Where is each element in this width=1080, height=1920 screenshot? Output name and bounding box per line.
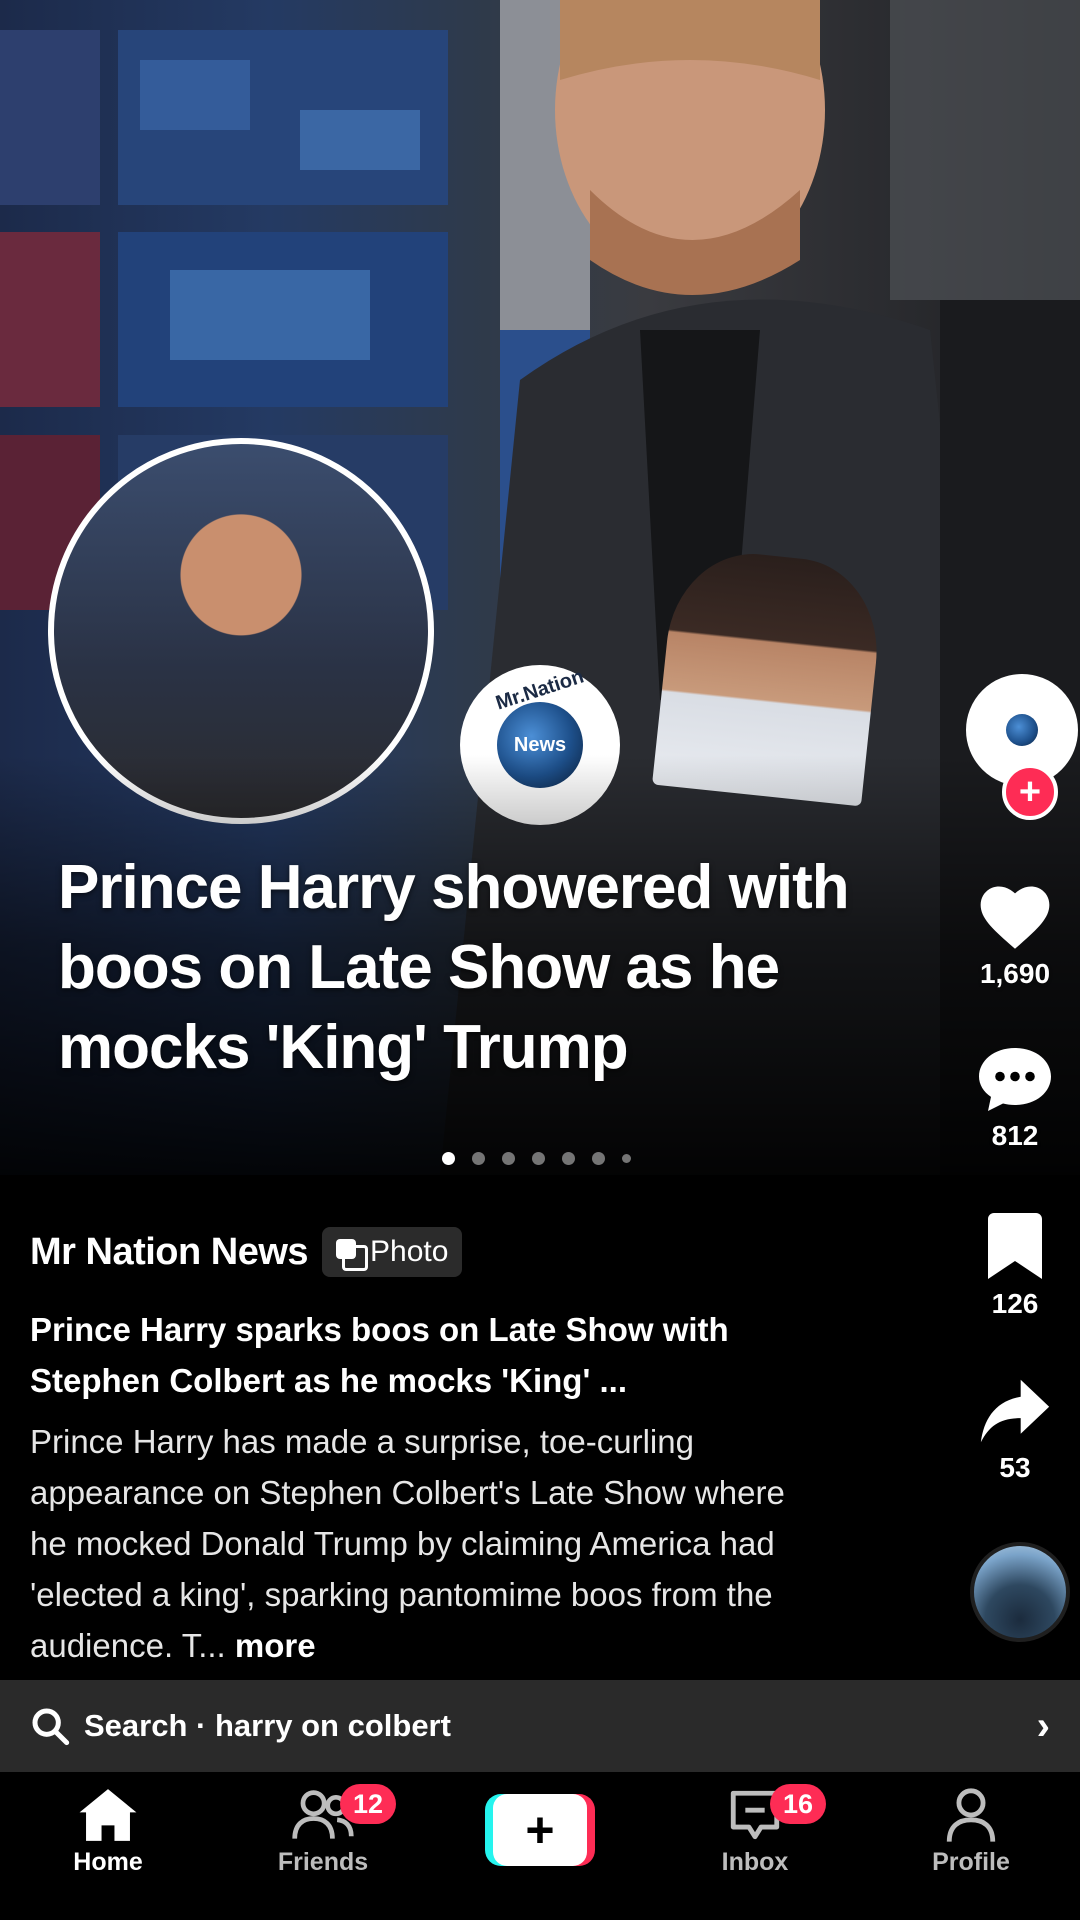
post-photo[interactable]: Mr.Nation News Prince Harry showered wit… — [0, 0, 1080, 1175]
share-button[interactable]: 53 — [950, 1376, 1080, 1484]
plus-icon: + — [1018, 771, 1042, 813]
more-link[interactable]: more — [235, 1627, 316, 1664]
nav-friends-label: Friends — [277, 1848, 369, 1876]
follow-button[interactable]: + — [1002, 764, 1058, 820]
search-suggestion-text: Search · harry on colbert — [84, 1708, 451, 1743]
nav-friends[interactable]: Friends 12 — [248, 1784, 398, 1877]
carousel-dot — [502, 1152, 515, 1165]
globe-icon — [1006, 714, 1038, 746]
plus-icon: + — [493, 1794, 587, 1866]
post-title[interactable]: Prince Harry sparks boos on Late Show wi… — [30, 1304, 830, 1406]
nav-inbox[interactable]: Inbox 16 — [680, 1784, 830, 1877]
nav-home-label: Home — [73, 1848, 143, 1876]
profile-icon — [946, 1788, 996, 1842]
like-button[interactable]: 1,690 — [950, 880, 1080, 990]
carousel-dot — [592, 1152, 605, 1165]
save-count: 126 — [991, 1288, 1039, 1319]
music-disc[interactable] — [970, 1542, 1070, 1642]
nav-home[interactable]: Home — [33, 1786, 183, 1877]
author-row: Mr Nation News Photo — [30, 1222, 860, 1282]
like-count: 1,690 — [979, 958, 1051, 989]
home-icon — [79, 1789, 137, 1841]
heart-icon — [980, 886, 1050, 949]
save-button[interactable]: 126 — [950, 1210, 1080, 1320]
photo-badge-label: Photo — [370, 1235, 449, 1268]
carousel-dot — [532, 1152, 545, 1165]
carousel-dot — [472, 1152, 485, 1165]
nav-profile[interactable]: Profile — [896, 1786, 1046, 1877]
post-caption: Mr Nation News Photo Prince Harry sparks… — [30, 1222, 860, 1671]
post-headline: Prince Harry showered with boos on Late … — [58, 853, 850, 1082]
comment-button[interactable]: 812 — [950, 1042, 1080, 1152]
bookmark-icon — [988, 1213, 1042, 1279]
related-search-bar[interactable]: Search · harry on colbert › — [0, 1680, 1080, 1772]
photo-type-badge: Photo — [322, 1227, 463, 1277]
nav-profile-label: Profile — [932, 1848, 1010, 1876]
carousel-indicator — [442, 1152, 631, 1165]
share-icon — [980, 1379, 1050, 1443]
nav-inbox-label: Inbox — [721, 1848, 789, 1876]
inbox-notification-badge: 16 — [770, 1784, 826, 1824]
carousel-dot-active — [442, 1152, 455, 1165]
share-count: 53 — [999, 1452, 1031, 1483]
chevron-right-icon: › — [1036, 1703, 1050, 1748]
create-button[interactable]: + — [485, 1794, 595, 1866]
post-description[interactable]: Prince Harry has made a surprise, toe-cu… — [30, 1416, 830, 1671]
creator-avatar-wrap: + — [966, 674, 1078, 820]
description-text: Prince Harry has made a surprise, toe-cu… — [30, 1423, 785, 1664]
comment-icon — [979, 1048, 1051, 1111]
photo-mode-icon — [336, 1239, 369, 1271]
comment-count: 812 — [991, 1120, 1039, 1151]
author-name[interactable]: Mr Nation News — [30, 1231, 309, 1274]
search-icon — [32, 1708, 70, 1746]
carousel-dot — [622, 1154, 631, 1163]
logo-center-text: News — [513, 733, 567, 756]
friends-notification-badge: 12 — [340, 1784, 396, 1824]
bottom-navigation: Home Friends 12 + Inbox 16 Profile — [0, 1772, 1080, 1920]
carousel-dot — [562, 1152, 575, 1165]
